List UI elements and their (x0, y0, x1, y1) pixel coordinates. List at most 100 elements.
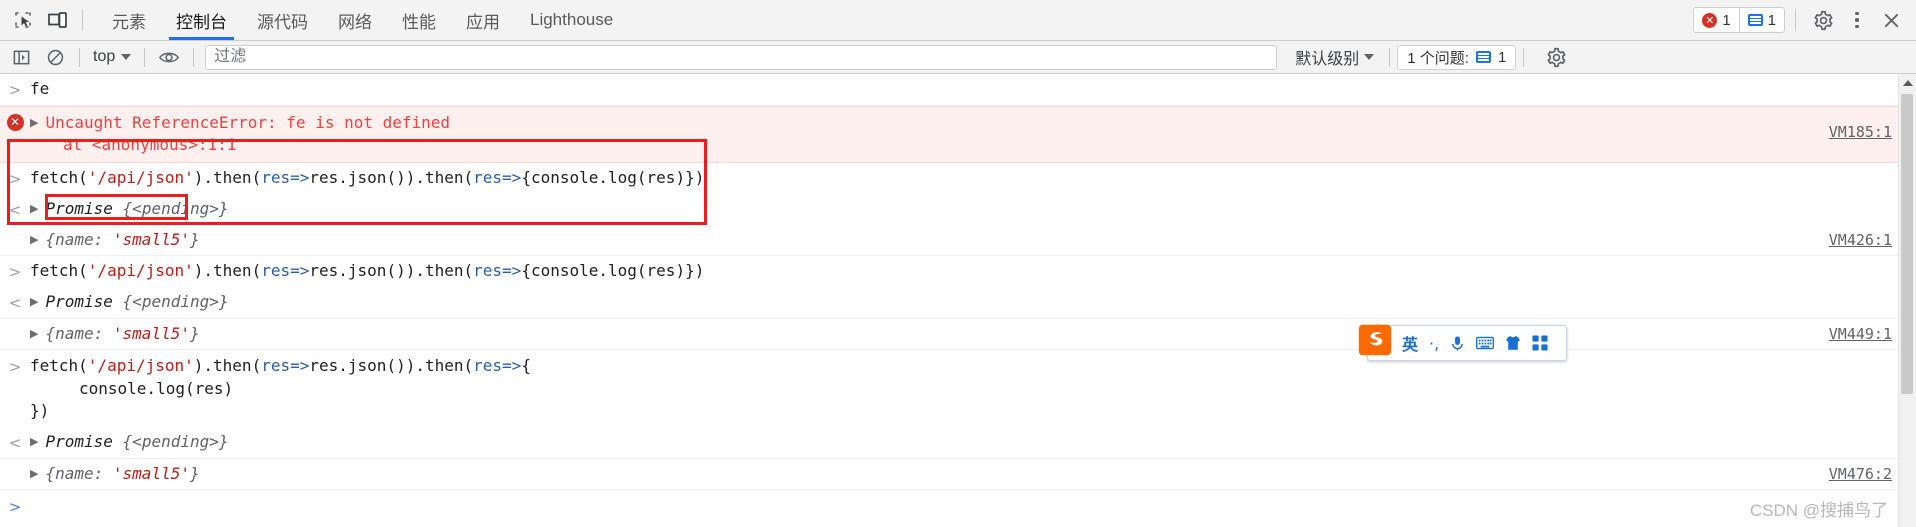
error-row-gutter: ✕ (0, 112, 30, 131)
close-icon[interactable] (1874, 3, 1908, 37)
row-gutter: > (0, 355, 30, 378)
log-level-value: 默认级别 (1295, 51, 1360, 68)
code-token-1: '/api/json' (87, 168, 194, 187)
language-mode-button[interactable]: 英 (1402, 331, 1418, 355)
row-gutter (0, 323, 30, 324)
tab-elements[interactable]: 元素 (97, 0, 161, 40)
issues-label: 1 个问题: (1407, 49, 1469, 67)
expand-triangle-icon[interactable]: ▶ (30, 431, 38, 453)
filterbar-divider-4 (1389, 47, 1391, 67)
log-level-selector[interactable]: 默认级别 (1287, 45, 1382, 69)
issues-count: 1 (1497, 48, 1507, 66)
tab-performance[interactable]: 性能 (387, 0, 451, 40)
gear-icon[interactable] (1806, 3, 1840, 37)
code-token-4: res.json()).then( (309, 168, 474, 187)
tab-lighthouse[interactable]: Lighthouse (515, 0, 628, 40)
promise-preview-2: Promise {<pending>} (45, 291, 1916, 313)
object-preview-boxed[interactable]: {name: 'small5'} (45, 229, 1916, 251)
console-row-object-3[interactable]: ▶ {name: 'small5'} VM476:2 (0, 459, 1916, 490)
soft-keyboard-icon[interactable] (1476, 336, 1495, 350)
input-marker-icon: > (8, 170, 22, 188)
expand-triangle-icon[interactable]: ▶ (30, 112, 38, 134)
console-vertical-scrollbar[interactable] (1898, 74, 1916, 527)
scrollbar-thumb[interactable] (1901, 94, 1913, 394)
row-gutter: > (0, 167, 30, 190)
show-console-sidebar-icon[interactable] (4, 40, 38, 74)
expand-triangle-icon[interactable]: ▶ (30, 198, 38, 220)
chevron-down-icon (121, 54, 132, 60)
scroll-up-arrow-icon[interactable] (1899, 74, 1916, 92)
tab-sources-label: 源代码 (257, 12, 308, 32)
console-input-line-2: console.log(res) (79, 379, 234, 398)
tab-sources[interactable]: 源代码 (242, 0, 323, 40)
prompt-caret-icon: > (8, 498, 22, 516)
tab-application[interactable]: 应用 (451, 0, 515, 40)
toolbar-divider-2 (1795, 9, 1796, 31)
input-marker-icon: > (8, 263, 22, 281)
toolbox-icon[interactable] (1532, 335, 1548, 351)
inspect-element-icon[interactable] (6, 3, 40, 37)
toolbar-divider (82, 10, 83, 30)
expand-triangle-icon[interactable]: ▶ (30, 463, 38, 485)
output-marker-icon: < (8, 294, 22, 312)
expand-triangle-icon[interactable]: ▶ (30, 229, 38, 251)
console-input-line-3: }) (30, 401, 50, 420)
execution-context-value: top (93, 48, 116, 65)
console-row-input-fetch-multiline[interactable]: > fetch('/api/json').then(res=>res.json(… (0, 350, 1916, 427)
code-token-3: res=> (261, 168, 310, 187)
row-gutter: < (0, 431, 30, 454)
execution-context-selector[interactable]: top (87, 48, 137, 66)
console-input-line-1: fetch('/api/json').then(res=>res.json())… (30, 356, 531, 375)
console-prompt-row[interactable]: > (0, 490, 1916, 523)
tab-network[interactable]: 网络 (323, 0, 387, 40)
console-row-result-promise-1[interactable]: < ▶ Promise {<pending>} (0, 194, 1916, 225)
message-counter[interactable]: 1 (1738, 8, 1784, 32)
row-gutter: < (0, 198, 30, 221)
live-expression-icon[interactable] (152, 40, 186, 74)
source-link-vm449[interactable]: VM449:1 (1829, 323, 1892, 345)
error-counter[interactable]: ✕ 1 (1694, 8, 1738, 32)
filterbar-divider-1 (79, 47, 80, 67)
filter-input[interactable] (205, 44, 1278, 70)
source-link-vm185[interactable]: VM185:1 (1829, 121, 1892, 143)
devtools-tabbar: 元素 控制台 源代码 网络 性能 应用 Lighthouse ✕ 1 1 (0, 0, 1916, 41)
object-preview-2[interactable]: {name: 'small5'} (45, 323, 1916, 345)
code-token-2: ).then( (193, 168, 262, 187)
console-input-code: fetch('/api/json').then(res=>res.json())… (30, 167, 1916, 189)
kebab-menu-icon[interactable] (1840, 3, 1874, 37)
promise-preview: Promise {<pending>} (45, 198, 1916, 220)
output-marker-icon: < (8, 201, 22, 219)
console-row-result-promise-2[interactable]: < ▶ Promise {<pending>} (0, 287, 1916, 319)
console-settings-gear-icon[interactable] (1539, 40, 1573, 74)
promise-state: {<pending>} (122, 199, 229, 218)
expand-triangle-icon[interactable]: ▶ (30, 323, 38, 345)
console-row-error[interactable]: ✕ ▶ Uncaught ReferenceError: fe is not d… (0, 106, 1916, 163)
watermark-text: CSDN @搜捕鸟了 (1749, 501, 1888, 520)
tab-lighthouse-label: Lighthouse (530, 10, 614, 29)
object-preview-3[interactable]: {name: 'small5'} (45, 463, 1916, 485)
console-row-result-promise-3[interactable]: < ▶ Promise {<pending>} (0, 427, 1916, 459)
sogou-pinyin-logo[interactable] (1356, 321, 1394, 359)
console-row-input-fetch-1[interactable]: > fetch('/api/json').then(res=>res.json(… (0, 163, 1916, 194)
tab-console[interactable]: 控制台 (161, 0, 242, 40)
device-toolbar-icon[interactable] (40, 3, 74, 37)
console-log-area[interactable]: > fe ✕ ▶ Uncaught ReferenceError: fe is … (0, 74, 1916, 527)
console-row-input-fetch-2[interactable]: > fetch('/api/json').then(res=>res.json(… (0, 256, 1916, 287)
sogou-ime-toolbar[interactable]: 英 ·, (1358, 324, 1567, 361)
punctuation-mode-button[interactable]: ·, (1429, 334, 1439, 353)
promise-state: {<pending>} (122, 432, 229, 451)
skin-icon[interactable] (1505, 335, 1521, 351)
issues-button[interactable]: 1 个问题: 1 (1397, 44, 1517, 70)
source-link-vm426[interactable]: VM426:1 (1829, 229, 1892, 251)
row-gutter: > (0, 495, 30, 518)
source-link-vm476[interactable]: VM476:2 (1829, 463, 1892, 485)
console-row-object-1[interactable]: ▶ {name: 'small5'} VM426:1 (0, 225, 1916, 256)
error-icon: ✕ (6, 114, 24, 131)
console-row-object-2[interactable]: ▶ {name: 'small5'} VM449:1 (0, 319, 1916, 350)
expand-triangle-icon[interactable]: ▶ (30, 291, 38, 313)
clear-console-icon[interactable] (38, 40, 72, 74)
console-row-input-fe[interactable]: > fe (0, 74, 1916, 106)
row-gutter: > (0, 260, 30, 283)
promise-name: Promise (45, 292, 113, 311)
voice-input-icon[interactable] (1450, 335, 1465, 352)
